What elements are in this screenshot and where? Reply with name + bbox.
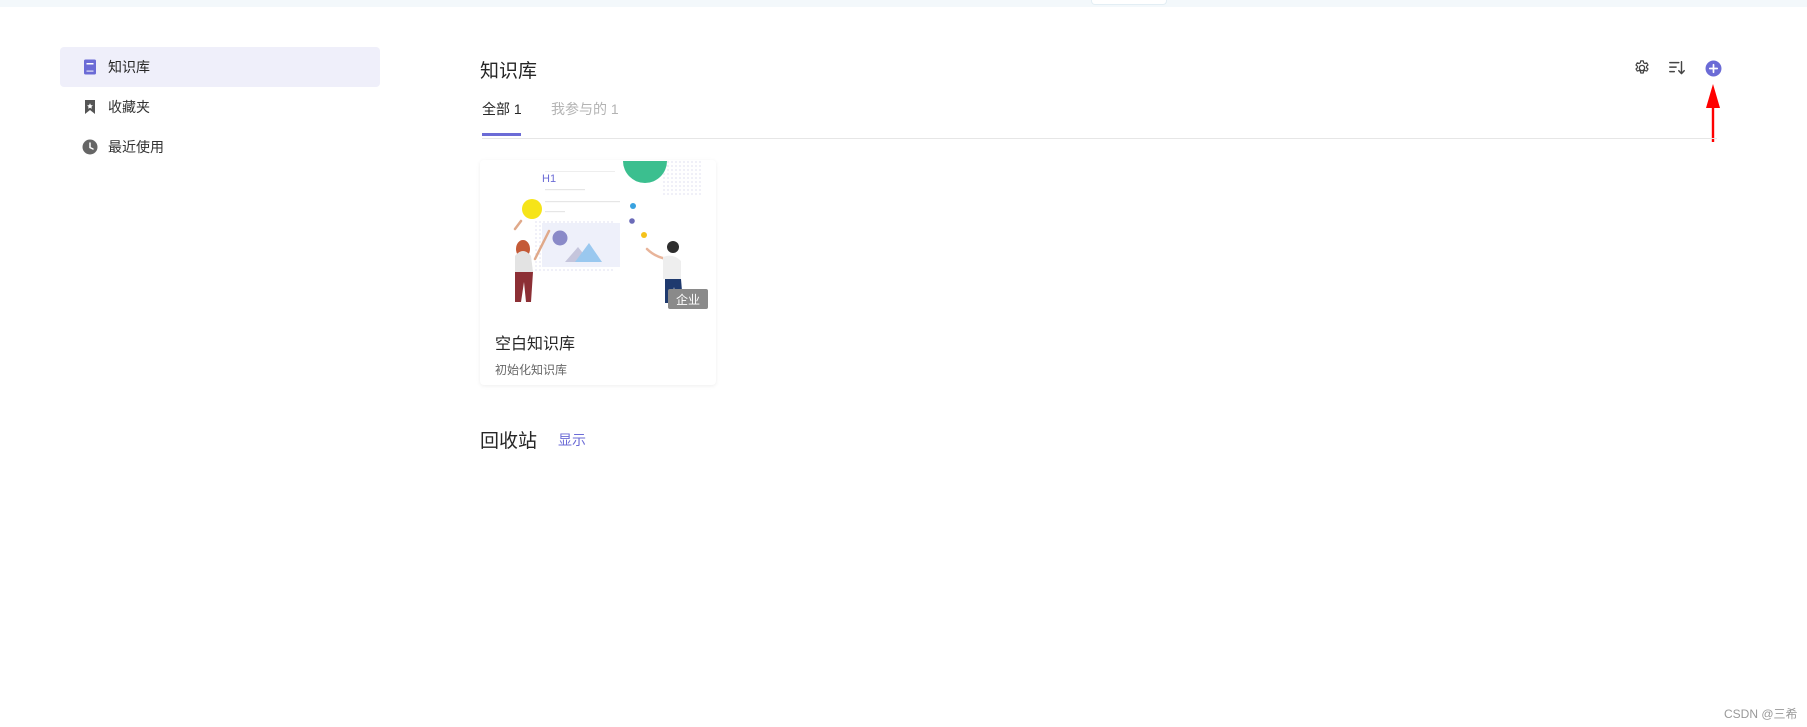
- tab-all[interactable]: 全部 1: [482, 99, 522, 136]
- top-bar: [0, 0, 1807, 7]
- clock-icon: [82, 139, 98, 155]
- illustration-heading-text: H1: [542, 173, 556, 185]
- plus-circle-icon[interactable]: [1703, 58, 1723, 78]
- sort-icon[interactable]: [1667, 58, 1687, 78]
- page-title: 知识库: [480, 61, 538, 82]
- enterprise-badge: 企业: [668, 289, 708, 309]
- watermark: CSDN @三希: [1724, 707, 1798, 721]
- top-bar-tab[interactable]: [1091, 0, 1167, 5]
- recycle-bin-title: 回收站: [480, 431, 538, 452]
- recycle-show-link[interactable]: 显示: [558, 430, 586, 450]
- sidebar-item-knowledge-base[interactable]: 知识库: [60, 47, 380, 87]
- tab-label: 全部 1: [482, 101, 522, 117]
- card-description: 初始化知识库: [495, 363, 568, 377]
- sidebar-item-favorites[interactable]: 收藏夹: [60, 87, 380, 127]
- sidebar: 知识库 收藏夹 最近使用: [60, 47, 380, 167]
- card-title: 空白知识库: [495, 336, 576, 353]
- tab-active-underline: [482, 133, 521, 136]
- bookmark-icon: [82, 99, 98, 115]
- tab-bar: 全部 1 我参与的 1: [482, 99, 1717, 139]
- sidebar-item-recent[interactable]: 最近使用: [60, 127, 380, 167]
- sidebar-item-label: 收藏夹: [108, 99, 150, 115]
- tab-label: 我参与的 1: [551, 101, 619, 117]
- sidebar-item-label: 知识库: [108, 59, 150, 75]
- sidebar-item-label: 最近使用: [108, 139, 164, 155]
- book-icon: [82, 59, 98, 75]
- gear-icon[interactable]: [1632, 58, 1652, 78]
- tab-participated[interactable]: 我参与的 1: [551, 99, 619, 119]
